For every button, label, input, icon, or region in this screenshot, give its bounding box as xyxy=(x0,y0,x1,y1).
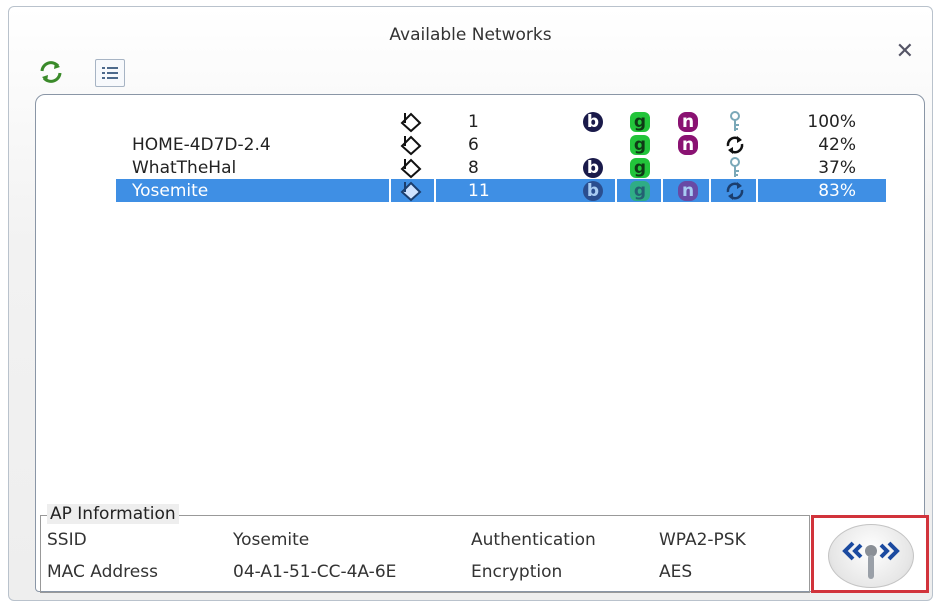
mode-n-icon: n xyxy=(678,134,698,155)
wps-refresh-icon xyxy=(721,179,749,202)
network-ssid: HOME-4D7D-2.4 xyxy=(132,134,271,155)
column-separator xyxy=(434,179,436,202)
connect-button[interactable] xyxy=(828,524,914,588)
column-separator xyxy=(661,179,663,202)
network-row[interactable]: 1 b g n 100% xyxy=(116,110,886,133)
refresh-icon[interactable] xyxy=(37,59,65,85)
wps-refresh-icon xyxy=(721,133,749,156)
connect-highlight-frame xyxy=(811,515,929,593)
available-networks-window: Available Networks ✕ 1 b g n 100% HOME-4… xyxy=(8,6,933,601)
key-icon xyxy=(721,156,749,179)
network-list-panel: 1 b g n 100% HOME-4D7D-2.4 6 g n 42% Wha… xyxy=(35,94,925,593)
ap-information-legend: AP Information xyxy=(47,504,179,524)
mode-b-icon: b xyxy=(583,157,603,178)
mode-b-icon: b xyxy=(583,111,603,132)
network-ssid xyxy=(132,110,392,133)
network-channel: 6 xyxy=(468,134,479,155)
column-separator xyxy=(756,179,758,202)
signal-strength: 37% xyxy=(818,157,856,178)
network-row-selected[interactable]: Yosemite 11 b g n 83% xyxy=(116,179,886,202)
encryption-label: Encryption xyxy=(471,562,563,582)
column-separator xyxy=(615,179,617,202)
list-view-icon[interactable] xyxy=(95,59,125,87)
ssid-value: Yosemite xyxy=(233,530,310,550)
key-icon xyxy=(721,110,749,133)
window-title: Available Networks xyxy=(389,25,552,45)
signal-strength: 42% xyxy=(818,134,856,155)
infrastructure-icon xyxy=(396,156,426,179)
network-row[interactable]: HOME-4D7D-2.4 6 g n 42% xyxy=(116,133,886,156)
network-channel: 11 xyxy=(468,180,490,201)
network-ssid: WhatTheHal xyxy=(132,157,237,178)
authentication-label: Authentication xyxy=(471,530,596,550)
signal-strength: 100% xyxy=(807,111,856,132)
mode-b-icon: b xyxy=(583,180,603,201)
authentication-value: WPA2-PSK xyxy=(659,530,746,550)
mac-address-value: 04-A1-51-CC-4A-6E xyxy=(233,562,397,582)
column-separator xyxy=(709,179,711,202)
mode-g-icon: g xyxy=(630,180,650,201)
signal-strength: 83% xyxy=(818,180,856,201)
network-row[interactable]: WhatTheHal 8 b g 37% xyxy=(116,156,886,179)
mode-g-icon: g xyxy=(630,157,650,178)
ap-information-group: AP Information SSID Yosemite Authenticat… xyxy=(40,504,810,593)
wireless-antenna-icon xyxy=(842,541,900,579)
column-separator xyxy=(389,179,391,202)
encryption-value: AES xyxy=(659,562,693,582)
infrastructure-icon xyxy=(396,110,426,133)
network-ssid: Yosemite xyxy=(132,180,209,201)
mode-g-icon: g xyxy=(630,111,650,132)
mode-n-icon: n xyxy=(678,111,698,132)
ssid-label: SSID xyxy=(47,530,87,550)
close-icon[interactable]: ✕ xyxy=(896,41,914,63)
network-channel: 8 xyxy=(468,157,479,178)
network-channel: 1 xyxy=(468,111,479,132)
infrastructure-icon xyxy=(396,179,426,202)
infrastructure-icon xyxy=(396,133,426,156)
mac-address-label: MAC Address xyxy=(47,562,158,582)
mode-g-icon: g xyxy=(630,134,650,155)
mode-n-icon: n xyxy=(678,180,698,201)
